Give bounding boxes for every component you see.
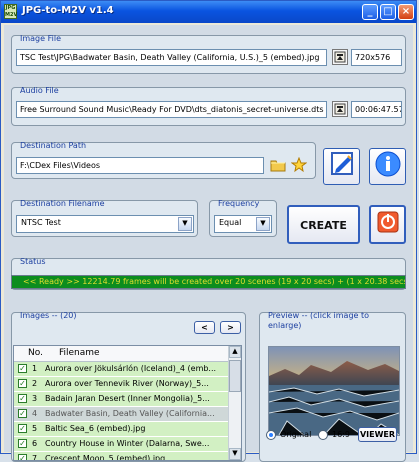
image-file-path-field[interactable]: TSC Test\JPG\Badwater Basin, Death Valle… — [16, 49, 327, 66]
row-filename: Aurora over Tennevik River (Norway)_5... — [45, 379, 209, 388]
maximize-button[interactable]: □ — [380, 4, 396, 20]
row-number: 7 — [32, 454, 38, 461]
scroll-up-icon[interactable]: ▲ — [229, 346, 241, 358]
folder-icon[interactable] — [270, 157, 286, 173]
audio-file-panel: Audio File Free Surround Sound Music\Rea… — [11, 86, 406, 126]
edit-icon — [330, 152, 353, 175]
close-button[interactable]: × — [398, 4, 414, 20]
row-checkbox[interactable]: ✓ — [18, 454, 27, 460]
frequency-label: Frequency — [218, 199, 260, 208]
list-item[interactable]: ✓ 7 Crescent Moon_5 (embed).jpg — [14, 452, 241, 461]
chevron-down-icon[interactable]: ▼ — [178, 217, 192, 231]
app-icon: JPG M2V — [4, 4, 18, 19]
audio-browse-icon[interactable] — [332, 101, 348, 117]
preview-label: Preview -- (click image to enlarge) — [268, 311, 370, 330]
images-list-scrollbar[interactable]: ▲ ▼ — [228, 346, 241, 460]
destination-path-field[interactable]: F:\CDex Files\Videos — [16, 157, 264, 174]
aspect-169-radio-label: 16:9 — [332, 430, 350, 439]
picture-browse-icon[interactable] — [332, 49, 348, 65]
row-number: 4 — [32, 409, 38, 418]
destination-path-panel: Destination Path F:\CDex Files\Videos — [11, 141, 316, 179]
info-button[interactable] — [369, 148, 406, 185]
audio-file-label: Audio File — [20, 86, 59, 95]
row-checkbox[interactable]: ✓ — [18, 364, 27, 373]
number-column-header: No. — [28, 348, 43, 358]
scroll-down-icon[interactable]: ▼ — [229, 448, 241, 460]
original-radio[interactable] — [266, 430, 276, 440]
images-list-header: No. Filename — [14, 346, 241, 362]
row-number: 2 — [32, 379, 38, 388]
destination-path-label: Destination Path — [20, 141, 87, 150]
star-icon[interactable] — [290, 156, 308, 173]
row-filename: Badain Jaran Desert (Inner Mongolia)_5..… — [45, 394, 210, 403]
list-item[interactable]: ✓ 5 Baltic Sea_6 (embed).jpg — [14, 422, 241, 437]
preview-image[interactable] — [268, 346, 400, 436]
audio-duration-field[interactable]: 00:06:47.573 — [351, 101, 402, 118]
window-title: JPG-to-M2V v1.4 — [22, 5, 114, 16]
chevron-down-icon[interactable]: ▼ — [256, 217, 270, 231]
edit-button[interactable] — [323, 148, 360, 185]
create-button[interactable]: CREATE — [287, 205, 360, 244]
images-list[interactable]: No. Filename ✓ 1 Aurora over Jökulsárlón (… — [13, 345, 242, 461]
row-filename: Country House in Winter (Dalarna, Swe... — [45, 439, 210, 448]
filename-column-header: Filename — [59, 348, 100, 358]
frequency-value: Equal — [219, 218, 242, 227]
frequency-select[interactable]: Equal ▼ — [214, 215, 272, 233]
audio-file-path-field[interactable]: Free Surround Sound Music\Ready For DVD\… — [16, 101, 327, 118]
frequency-panel: Frequency Equal ▼ — [209, 199, 277, 237]
previous-image-button[interactable]: < — [194, 321, 215, 334]
app-window: JPG M2V JPG-to-M2V v1.4 _ □ × Image File… — [0, 0, 417, 462]
row-checkbox[interactable]: ✓ — [18, 439, 27, 448]
scroll-thumb[interactable] — [229, 360, 241, 392]
row-filename: Crescent Moon_5 (embed).jpg — [45, 454, 166, 461]
row-number: 5 — [32, 424, 38, 433]
image-file-label: Image File — [20, 34, 61, 43]
stop-button[interactable] — [369, 205, 406, 244]
main-client-area: Image File TSC Test\JPG\Badwater Basin, … — [4, 25, 413, 462]
row-checkbox[interactable]: ✓ — [18, 379, 27, 388]
destination-filename-label: Destination Filename — [20, 199, 105, 208]
row-number: 6 — [32, 439, 38, 448]
destination-filename-value: NTSC Test — [21, 218, 61, 227]
title-bar[interactable]: JPG M2V JPG-to-M2V v1.4 _ □ × — [1, 1, 416, 23]
row-number: 1 — [32, 364, 38, 373]
list-item[interactable]: ✓ 4 Badwater Basin, Death Valley (Californ… — [14, 407, 241, 422]
info-icon — [375, 151, 400, 177]
status-label: Status — [20, 257, 46, 266]
stop-icon — [377, 211, 398, 233]
row-checkbox[interactable]: ✓ — [18, 424, 27, 433]
images-label: Images -- (20) — [20, 311, 77, 320]
destination-filename-panel: Destination Filename NTSC Test ▼ — [11, 199, 198, 237]
list-item[interactable]: ✓ 6 Country House in Winter (Dalarna, Swe.… — [14, 437, 241, 452]
list-item[interactable]: ✓ 3 Badain Jaran Desert (Inner Mongolia)_5… — [14, 392, 241, 407]
row-filename: Baltic Sea_6 (embed).jpg — [45, 424, 146, 433]
row-checkbox[interactable]: ✓ — [18, 409, 27, 418]
aspect-169-radio[interactable] — [318, 430, 328, 440]
row-filename: Badwater Basin, Death Valley (California… — [45, 409, 215, 418]
list-item[interactable]: ✓ 1 Aurora over Jökulsárlón (Iceland)_4 (e… — [14, 362, 241, 377]
status-message: << Ready >> 12214.79 frames will be crea… — [11, 275, 406, 289]
list-item[interactable]: ✓ 2 Aurora over Tennevik River (Norway)_5.… — [14, 377, 241, 392]
original-radio-label: Original — [280, 430, 312, 439]
image-dimensions-field[interactable]: 720x576 — [351, 49, 402, 66]
next-image-button[interactable]: > — [220, 321, 241, 334]
minimize-button[interactable]: _ — [362, 4, 378, 20]
row-checkbox[interactable]: ✓ — [18, 394, 27, 403]
viewer-button[interactable]: VIEWER — [358, 427, 397, 442]
row-number: 3 — [32, 394, 38, 403]
destination-filename-select[interactable]: NTSC Test ▼ — [16, 215, 194, 233]
image-file-panel: Image File TSC Test\JPG\Badwater Basin, … — [11, 34, 406, 74]
row-filename: Aurora over Jökulsárlón (Iceland)_4 (emb… — [45, 364, 217, 373]
